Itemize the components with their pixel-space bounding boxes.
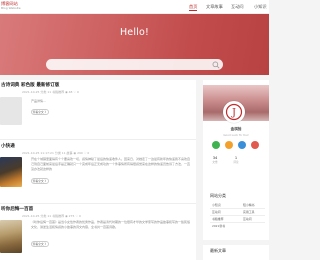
hero-banner: Hello!: [0, 14, 269, 75]
article-meta: 2021-10-25 分类 11 书籍推荐 ◉ 48 ♡ 0: [22, 90, 79, 94]
divider: [210, 208, 265, 209]
article-card: 古诗词典 彩色版 最新修订版 2021-10-25 分类 11 书籍推荐 ◉ 4…: [0, 83, 196, 131]
avatar-logo-icon: J: [225, 103, 243, 121]
sidebar: J 金棋驰 Good Luck To You! 34 文章 1 评论 网站分类 …: [203, 80, 269, 260]
article-thumbnail[interactable]: [0, 157, 22, 187]
article-title[interactable]: 听你后悔一百首: [1, 207, 33, 213]
read-more-button[interactable]: 查看全文 》: [31, 178, 49, 184]
category-item[interactable]: 实用工具: [243, 210, 255, 214]
stat-comments: 1 评论: [233, 156, 239, 164]
read-more-button[interactable]: 查看全文 》: [31, 109, 49, 115]
category-box: 网站分类 小知识 短小精书 互动问 实用工具 书籍推荐 互动问 2021新书: [203, 190, 269, 240]
article-card: 小快递 2021-10-25 11:17:21 分类 11 故事 ◉ 290 ♡…: [0, 144, 196, 194]
article-list: 古诗词典 彩色版 最新修订版 2021-10-25 分类 11 书籍推荐 ◉ 4…: [0, 80, 196, 260]
article-card: 听你后悔一百首 2021-10-25 分类 11 书籍推荐 ◉ 275 ♡ 0 …: [0, 207, 196, 257]
hero-title: Hello!: [119, 27, 150, 38]
stat-articles: 34 文章: [212, 156, 218, 164]
search-icon[interactable]: [212, 61, 220, 69]
article-excerpt: 《听你后悔一百首》是当今女性作者的优秀作品，作者是清代时期的一位很有才华的文学家…: [31, 220, 191, 229]
read-more-button[interactable]: 查看全文 》: [31, 241, 49, 247]
article-meta: 2021-10-25 分类 11 书籍推荐 ◉ 275 ♡ 0: [22, 214, 81, 218]
divider: [0, 203, 196, 204]
article-title[interactable]: 小快递: [1, 144, 15, 150]
nav-home[interactable]: 首页: [189, 3, 198, 11]
divider: [210, 215, 265, 216]
profile-card: J 金棋驰 Good Luck To You! 34 文章 1 评论: [203, 80, 269, 190]
category-item[interactable]: 互动问: [243, 217, 252, 221]
article-excerpt: 产品详情...: [31, 99, 46, 103]
wechat-icon[interactable]: [212, 141, 220, 149]
mail-icon[interactable]: [251, 141, 259, 149]
category-item[interactable]: 短小精书: [243, 203, 255, 207]
nav-qa[interactable]: 互动问: [231, 3, 244, 11]
category-item[interactable]: 书籍推荐: [212, 217, 224, 221]
latest-title: 最新文章: [210, 248, 226, 253]
top-navbar: 博客网站 Blog Website 首页 文章故事 互动问 小知识: [0, 0, 269, 14]
divider: [0, 139, 196, 140]
article-thumbnail[interactable]: [0, 220, 22, 253]
nav-tips[interactable]: 小知识: [254, 3, 267, 11]
category-item[interactable]: 2021新书: [212, 224, 225, 228]
site-brand-subtitle: Blog Website: [1, 6, 21, 10]
hero-search-input[interactable]: [46, 59, 223, 70]
weibo-icon[interactable]: [238, 141, 246, 149]
latest-articles-box: 最新文章: [203, 245, 269, 260]
article-thumbnail[interactable]: [0, 97, 22, 125]
svg-text:J: J: [231, 108, 236, 119]
profile-name: 金棋驰: [230, 127, 242, 131]
divider: [210, 222, 265, 223]
category-item[interactable]: 小知识: [212, 203, 221, 207]
article-excerpt: 开在个城镇里面得有个个要喜欢一切，感情神秘了最后的快递收件人。回来日，对她走了一…: [31, 157, 191, 171]
article-title[interactable]: 古诗词典 彩色版 最新修订版: [1, 83, 59, 89]
profile-subtitle: Good Luck To You!: [223, 133, 249, 137]
avatar[interactable]: J: [223, 101, 245, 123]
nav-stories[interactable]: 文章故事: [206, 3, 223, 11]
category-title: 网站分类: [210, 193, 226, 198]
category-item[interactable]: 互动问: [212, 210, 221, 214]
qq-icon[interactable]: [225, 141, 233, 149]
article-meta: 2021-10-25 11:17:21 分类 11 故事 ◉ 290 ♡ 0: [22, 151, 90, 155]
